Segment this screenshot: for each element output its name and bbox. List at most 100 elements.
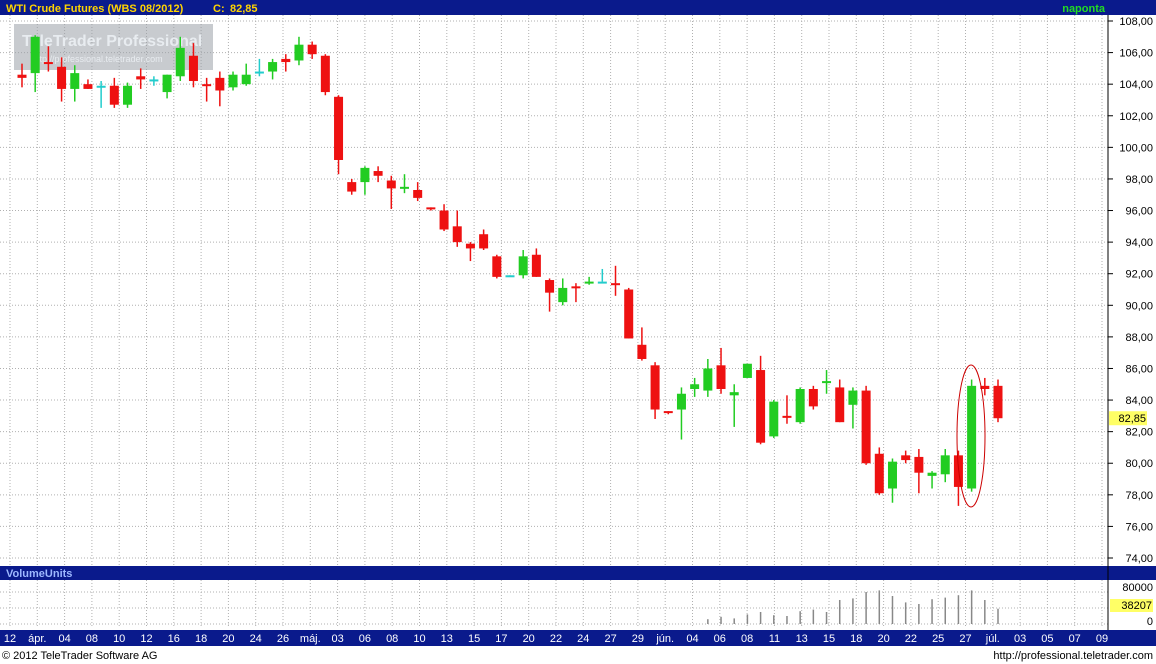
x-axis-labels: 12 ápr. 04 08 10 12 16 18 20 24 26 máj. 03 06 08 10 13 15… <box>4 633 1108 645</box>
candle-body <box>70 73 80 89</box>
price-tick-label: 92,00 <box>1125 269 1153 281</box>
price-tick-label: 84,00 <box>1125 395 1153 407</box>
candle-body <box>347 182 357 192</box>
candle-body <box>835 387 845 423</box>
last-price-value: 82,85 <box>1118 413 1146 425</box>
candle-body <box>320 55 330 93</box>
volume-header-bar <box>0 566 1156 580</box>
candle-body <box>109 85 119 105</box>
candle <box>874 447 884 495</box>
close-value: 82,85 <box>230 3 258 15</box>
x-tick-label: ápr. <box>28 633 46 645</box>
x-tick-label: 22 <box>905 633 917 645</box>
candle-body <box>729 392 739 396</box>
candle <box>123 82 133 108</box>
x-tick-label: 18 <box>195 633 207 645</box>
x-tick-label: 13 <box>441 633 453 645</box>
x-tick-label: 04 <box>686 633 698 645</box>
candle-body <box>822 381 832 384</box>
candle-body <box>505 275 515 278</box>
candle-body <box>584 281 594 284</box>
x-tick-label: 10 <box>413 633 425 645</box>
candle-body <box>386 180 396 189</box>
candle-body <box>228 74 238 88</box>
candle <box>624 287 634 339</box>
price-tick-label: 94,00 <box>1125 237 1153 249</box>
candle-body <box>83 84 93 89</box>
candle-body <box>399 186 409 189</box>
close-label: C: <box>213 3 225 15</box>
candle-body <box>307 44 317 55</box>
x-tick-label: 03 <box>331 633 343 645</box>
candle-body <box>940 455 950 475</box>
candle-body <box>241 74 251 85</box>
x-tick-label: 08 <box>86 633 98 645</box>
price-tick-label: 76,00 <box>1125 521 1153 533</box>
price-tick-label: 96,00 <box>1125 206 1153 218</box>
footer-bar <box>0 646 1156 664</box>
x-tick-label: máj. <box>300 633 321 645</box>
x-tick-label: 20 <box>877 633 889 645</box>
candle-body <box>808 389 818 407</box>
footer-url: http://professional.teletrader.com <box>993 650 1153 662</box>
candle-body <box>96 85 106 88</box>
x-tick-label: 24 <box>577 633 589 645</box>
x-tick-label: 27 <box>604 633 616 645</box>
x-tick-label: 29 <box>632 633 644 645</box>
candle-body <box>492 256 502 277</box>
x-tick-label: jún. <box>655 633 674 645</box>
candle-body <box>202 84 212 87</box>
x-tick-label: 16 <box>168 633 180 645</box>
x-tick-label: 17 <box>495 633 507 645</box>
candle-body <box>545 280 555 293</box>
x-tick-label: 18 <box>850 633 862 645</box>
x-tick-label: 08 <box>741 633 753 645</box>
candle-body <box>703 368 713 391</box>
candle-body <box>149 79 159 82</box>
volume-plot-area <box>0 580 1108 628</box>
candle-body <box>756 370 766 443</box>
x-tick-label: 03 <box>1014 633 1026 645</box>
candle-body <box>716 365 726 390</box>
candle <box>795 387 805 424</box>
candle-body <box>676 393 686 410</box>
candle-body <box>43 62 53 65</box>
candle-body <box>136 76 146 80</box>
price-tick-label: 82,00 <box>1125 427 1153 439</box>
candle-body <box>927 472 937 476</box>
volume-tick-80000: 80000 <box>1122 582 1153 594</box>
candle-body <box>254 71 264 74</box>
price-tick-label: 88,00 <box>1125 332 1153 344</box>
footer-copyright: © 2012 TeleTrader Software AG <box>2 650 157 662</box>
candle-body <box>742 363 752 378</box>
x-tick-label: 06 <box>359 633 371 645</box>
candle-body <box>215 77 225 91</box>
candle <box>993 379 1003 423</box>
candle <box>769 400 779 438</box>
candle-body <box>413 189 423 198</box>
candle-body <box>901 455 911 461</box>
x-tick-label: 20 <box>222 633 234 645</box>
x-tick-label: 12 <box>140 633 152 645</box>
volume-last-value: 38207 <box>1121 600 1152 612</box>
candle <box>861 385 871 465</box>
candle-body <box>887 461 897 489</box>
x-tick-label: 06 <box>714 633 726 645</box>
x-tick-label: 22 <box>550 633 562 645</box>
x-tick-label: 09 <box>1096 633 1108 645</box>
candle-body <box>848 390 858 405</box>
x-tick-label: 25 <box>932 633 944 645</box>
candle <box>808 385 818 410</box>
candle-body <box>518 256 528 276</box>
candle-body <box>637 344 647 359</box>
x-tick-label: 08 <box>386 633 398 645</box>
candle-body <box>874 453 884 494</box>
price-tick-label: 80,00 <box>1125 458 1153 470</box>
x-tick-label: 26 <box>277 633 289 645</box>
last-price-marker: 82,85 <box>1109 411 1147 426</box>
candle-body <box>690 384 700 390</box>
candle-body <box>373 171 383 176</box>
volume-tick-0: 0 <box>1147 616 1153 628</box>
candle-body <box>479 234 489 249</box>
candle-body <box>663 411 673 414</box>
